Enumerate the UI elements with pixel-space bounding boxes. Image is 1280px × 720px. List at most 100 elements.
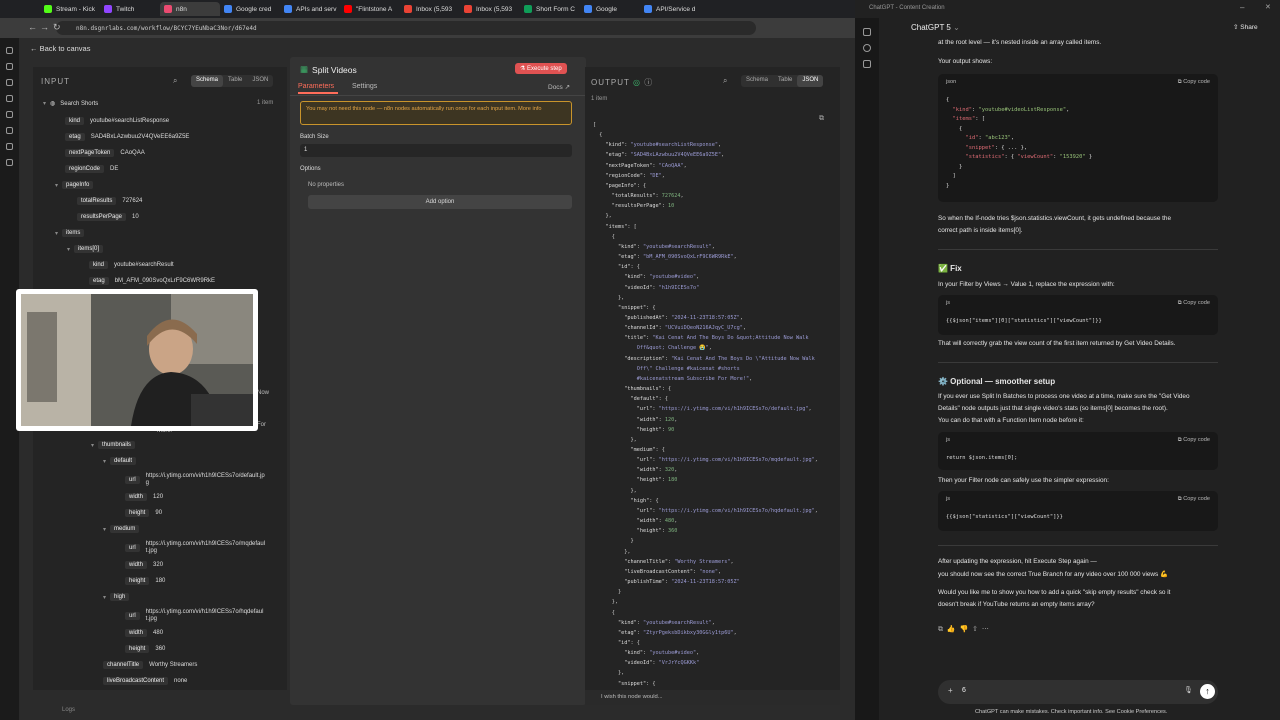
schema-row[interactable]: url https://i.ytimg.com/vi/h1h9ICESs7o/de… [125,473,266,487]
copy-code-button[interactable]: ⧉ Copy code [1178,437,1210,444]
url-bar[interactable]: n8n.dsgnrlabs.com/workflow/BCYC7YEuNbaC3… [56,21,756,35]
send-button[interactable]: ↑ [1200,684,1215,699]
minimize-icon[interactable]: – [1240,3,1244,12]
schema-row[interactable]: regionCode DE [65,165,118,173]
schema-row[interactable]: width 480 [125,629,163,637]
plus-icon[interactable]: + [948,686,953,695]
schema-row[interactable]: ▾ high [103,593,135,601]
chevron-down-icon[interactable]: ▾ [55,230,58,237]
more-icon[interactable]: ⋯ [982,626,989,633]
schema-row[interactable]: height 90 [125,509,162,517]
executions-icon[interactable] [6,95,13,102]
schema-row[interactable]: ▾ pageInfo [55,181,99,189]
favicon-icon [164,5,172,13]
browser-tab[interactable]: Twitch [100,2,160,16]
thumbs-up-icon[interactable]: 👍 [947,626,956,633]
chevron-down-icon[interactable]: ▾ [103,594,106,601]
forward-arrow-icon[interactable]: → [40,22,49,32]
schema-row[interactable]: etag bM_AFM_090SvoQxLrF9C6WR9RkE [89,277,215,285]
schema-row[interactable]: height 360 [125,645,165,653]
credentials-icon[interactable] [6,79,13,86]
browser-tab[interactable]: API/Service d [640,2,700,16]
library-icon[interactable] [863,60,871,68]
input-tab-json[interactable]: JSON [247,75,273,87]
back-to-canvas-link[interactable]: ← Back to canvas [30,44,90,53]
browser-tab[interactable]: Inbox (5,593 [400,2,460,16]
chevron-down-icon[interactable]: ▾ [91,442,94,449]
schema-key: width [125,561,148,569]
schema-row[interactable]: ▾ thumbnails [91,441,141,449]
home-icon[interactable] [6,47,13,54]
share-button[interactable]: ⇧ Share [1233,23,1258,31]
browser-tab[interactable]: Google [580,2,640,16]
logs-toggle[interactable]: Logs [62,707,75,713]
schema-row[interactable]: totalResults 727624 [77,197,142,205]
search-icon[interactable]: ⌕ [173,76,177,86]
variables-icon[interactable] [6,127,13,134]
browser-tab[interactable]: APIs and serv [280,2,340,16]
help-icon[interactable] [6,143,13,150]
schema-row[interactable]: channelTitle Worthy Streamers [103,661,197,669]
browser-tab[interactable]: n8n [160,2,220,16]
search-icon[interactable]: ⌕ [723,76,727,86]
browser-tab[interactable]: Stream - Kick [40,2,100,16]
input-tab-schema[interactable]: Schema [191,75,224,87]
input-tab-table[interactable]: Table [223,75,247,87]
schema-value: CAoQAA [120,149,145,156]
microphone-icon[interactable]: 🎙 [1184,686,1193,694]
chevron-down-icon[interactable]: ▾ [55,182,58,189]
reload-icon[interactable]: ↻ [53,22,61,33]
browser-tab[interactable]: Google cred [220,2,280,16]
share-icon[interactable]: ⇧ [972,626,978,633]
execute-step-button[interactable]: ⚗ Execute step [515,63,567,74]
copy-icon[interactable]: ⧉ [819,115,824,123]
schema-row[interactable]: etag SAD4BxLAzwbuu2V4QVeEE6a9Z5E [65,133,189,141]
browser-tab[interactable]: Inbox (5,593 [460,2,520,16]
close-icon[interactable]: ✕ [1265,3,1271,11]
schema-row[interactable]: width 320 [125,561,163,569]
search-icon[interactable] [863,44,871,52]
thumbs-down-icon[interactable]: 👎 [960,626,969,633]
tab-parameters[interactable]: Parameters [298,83,334,90]
output-tab-table[interactable]: Table [773,75,797,87]
tab-settings[interactable]: Settings [352,83,377,90]
batch-size-input[interactable]: 1 [300,144,572,157]
model-selector[interactable]: ChatGPT 5 ⌄ [911,23,960,32]
chat-composer[interactable]: + 6 🎙 ↑ [938,680,1218,704]
docs-link[interactable]: Docs ↗ [548,83,570,91]
browser-tab[interactable]: Short Form C [520,2,580,16]
copy-code-button[interactable]: ⧉ Copy code [1178,496,1210,503]
schema-row[interactable]: kind youtube#searchResult [89,261,174,269]
chevron-down-icon[interactable]: ▾ [103,526,106,533]
schema-row[interactable]: liveBroadcastContent none [103,677,187,685]
chevron-down-icon[interactable]: ▾ [103,458,106,465]
schema-row[interactable]: height 180 [125,577,165,585]
browser-tab[interactable]: "Flintstone A [340,2,400,16]
schema-row[interactable]: width 120 [125,493,163,501]
copy-icon[interactable]: ⧉ [938,626,943,633]
schema-row[interactable]: url https://i.ytimg.com/vi/h1h9ICESs7o/mq… [125,541,266,555]
templates-icon[interactable] [6,111,13,118]
feedback-prompt[interactable]: I wish this node would... [585,690,840,705]
schema-row[interactable]: ▾ default [103,457,142,465]
schema-row[interactable]: resultsPerPage 10 [77,213,139,221]
settings-icon[interactable] [6,159,13,166]
output-tab-json[interactable]: JSON [797,75,824,87]
workflows-icon[interactable] [6,63,13,70]
copy-code-button[interactable]: ⧉ Copy code [1178,300,1210,307]
new-chat-icon[interactable] [863,28,871,36]
chevron-down-icon[interactable]: ▾ [67,246,70,253]
schema-row[interactable]: kind youtube#searchListResponse [65,117,169,125]
schema-value: 360 [155,645,166,652]
output-tab-schema[interactable]: Schema [741,75,773,87]
chat-input[interactable]: 6 [962,687,966,694]
schema-row[interactable]: ▾ items[0] [67,245,109,253]
schema-root[interactable]: ▾ ◍ Search Shorts [43,100,98,108]
back-arrow-icon[interactable]: ← [28,22,37,32]
schema-row[interactable]: nextPageToken CAoQAA [65,149,145,157]
schema-row[interactable]: ▾ items [55,229,90,237]
copy-code-button[interactable]: ⧉ Copy code [1178,79,1210,86]
schema-row[interactable]: ▾ medium [103,525,145,533]
add-option-button[interactable]: Add option [308,195,572,209]
schema-row[interactable]: url https://i.ytimg.com/vi/h1h9ICESs7o/hq… [125,609,266,623]
